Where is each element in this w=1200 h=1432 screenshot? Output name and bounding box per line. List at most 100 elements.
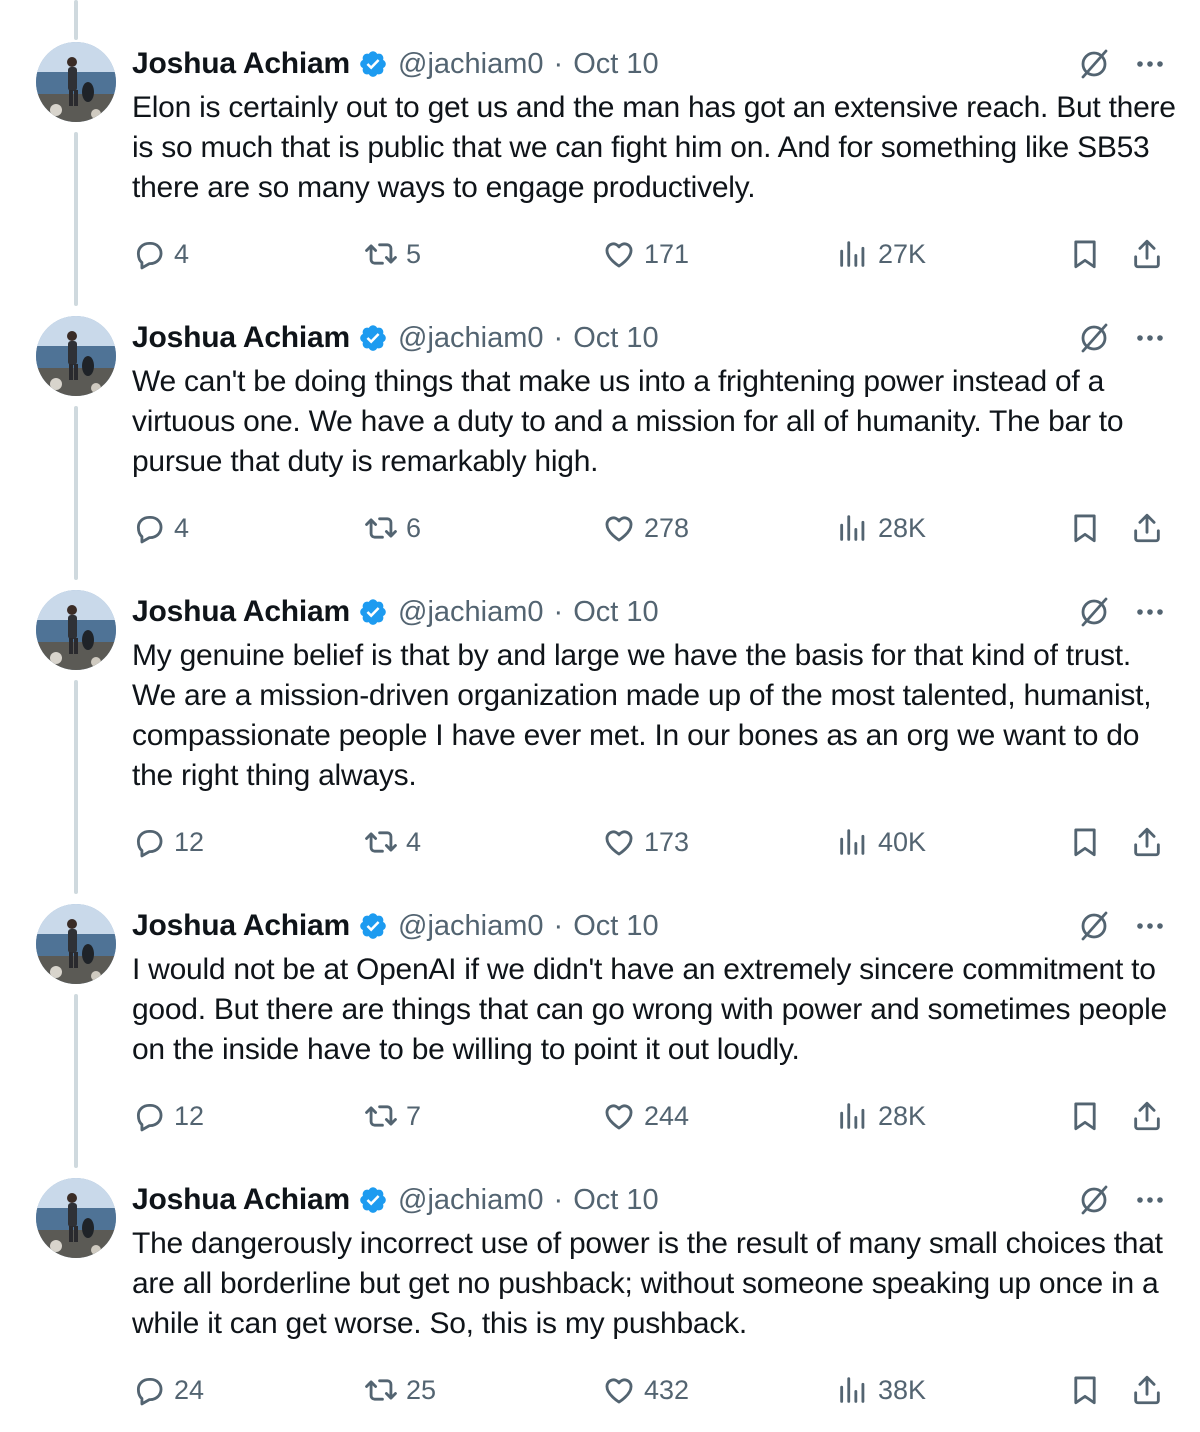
bookmark-icon <box>1074 514 1096 543</box>
more-icon[interactable] <box>1134 910 1166 942</box>
views-button[interactable]: 38K <box>836 1370 926 1410</box>
avatar[interactable] <box>36 1178 116 1258</box>
views-icon <box>840 515 865 541</box>
author-name[interactable]: Joshua Achiam <box>132 909 350 943</box>
like-icon <box>605 830 633 856</box>
like-button[interactable]: 173 <box>602 822 689 862</box>
tweet-actions: 4 5 171 27K <box>0 234 1200 274</box>
avatar[interactable] <box>36 316 116 396</box>
avatar-photo <box>36 904 116 984</box>
author-name[interactable]: Joshua Achiam <box>132 595 350 629</box>
share-button[interactable] <box>1130 822 1172 862</box>
reply-icon <box>136 241 163 270</box>
tweet-actions: 12 7 244 28K <box>0 1096 1200 1136</box>
share-icon <box>1134 827 1160 857</box>
repost-count: 4 <box>406 826 422 857</box>
verified-badge-icon <box>360 1187 386 1213</box>
repost-icon <box>365 1379 397 1401</box>
like-button[interactable]: 432 <box>602 1370 689 1410</box>
like-button[interactable]: 171 <box>602 234 689 274</box>
bookmark-button[interactable] <box>1068 508 1110 548</box>
bookmark-button[interactable] <box>1068 234 1110 274</box>
reply-button[interactable]: 12 <box>132 1096 204 1136</box>
tweet-header: Joshua Achiam @jachiam0 · Oct 10 <box>132 1180 659 1220</box>
separator: · <box>553 909 564 942</box>
tweet-actions: 4 6 278 28K <box>0 508 1200 548</box>
grok-icon[interactable] <box>1076 1182 1112 1218</box>
thread-connector <box>74 994 78 1168</box>
tweet-text: We can't be doing things that make us in… <box>132 365 1124 478</box>
reply-button[interactable]: 4 <box>132 508 189 548</box>
tweet-date[interactable]: Oct 10 <box>573 910 658 943</box>
repost-button[interactable]: 7 <box>364 1096 421 1136</box>
tweet-date[interactable]: Oct 10 <box>573 322 658 355</box>
tweet-header: Joshua Achiam @jachiam0 · Oct 10 <box>132 906 659 946</box>
author-name[interactable]: Joshua Achiam <box>132 47 350 81</box>
more-icon[interactable] <box>1134 48 1166 80</box>
views-button[interactable]: 40K <box>836 822 926 862</box>
separator: · <box>553 47 564 80</box>
verified-badge-icon <box>360 913 386 939</box>
bookmark-icon <box>1074 1102 1096 1131</box>
repost-count: 5 <box>406 238 422 269</box>
bookmark-icon <box>1074 828 1096 857</box>
view-count: 28K <box>878 1100 927 1131</box>
verified-badge-icon <box>360 599 386 625</box>
avatar-photo <box>36 1178 116 1258</box>
view-count: 27K <box>878 238 927 269</box>
avatar[interactable] <box>36 590 116 670</box>
tweet-date[interactable]: Oct 10 <box>573 596 658 629</box>
views-button[interactable]: 27K <box>836 234 926 274</box>
more-icon[interactable] <box>1134 596 1166 628</box>
reply-icon <box>136 829 163 858</box>
views-button[interactable]: 28K <box>836 508 926 548</box>
tweet-date[interactable]: Oct 10 <box>573 48 658 81</box>
author-handle[interactable]: @jachiam0 <box>398 48 544 81</box>
tweet-text: My genuine belief is that by and large w… <box>132 639 1152 792</box>
reply-button[interactable]: 12 <box>132 822 204 862</box>
grok-icon[interactable] <box>1076 594 1112 630</box>
avatar[interactable] <box>36 42 116 122</box>
author-name[interactable]: Joshua Achiam <box>132 321 350 355</box>
reply-button[interactable]: 24 <box>132 1370 204 1410</box>
author-handle[interactable]: @jachiam0 <box>398 1184 544 1217</box>
repost-button[interactable]: 25 <box>364 1370 436 1410</box>
tweet-actions: 12 4 173 40K <box>0 822 1200 862</box>
author-handle[interactable]: @jachiam0 <box>398 322 544 355</box>
bookmark-button[interactable] <box>1068 1370 1110 1410</box>
bookmark-button[interactable] <box>1068 1096 1110 1136</box>
reply-icon <box>136 1103 163 1132</box>
like-icon <box>605 516 633 542</box>
like-icon <box>605 1104 633 1130</box>
like-button[interactable]: 244 <box>602 1096 689 1136</box>
bookmark-button[interactable] <box>1068 822 1110 862</box>
more-icon[interactable] <box>1134 1184 1166 1216</box>
share-button[interactable] <box>1130 1370 1172 1410</box>
repost-icon <box>365 1105 397 1127</box>
grok-icon[interactable] <box>1076 46 1112 82</box>
author-handle[interactable]: @jachiam0 <box>398 910 544 943</box>
author-handle[interactable]: @jachiam0 <box>398 596 544 629</box>
repost-button[interactable]: 4 <box>364 822 421 862</box>
separator: · <box>553 1183 564 1216</box>
reply-button[interactable]: 4 <box>132 234 189 274</box>
like-icon <box>605 1378 633 1404</box>
grok-icon[interactable] <box>1076 908 1112 944</box>
separator: · <box>553 321 564 354</box>
thread-connector <box>74 406 78 580</box>
repost-button[interactable]: 6 <box>364 508 421 548</box>
views-button[interactable]: 28K <box>836 1096 926 1136</box>
avatar[interactable] <box>36 904 116 984</box>
verified-badge-icon <box>360 51 386 77</box>
author-name[interactable]: Joshua Achiam <box>132 1183 350 1217</box>
like-button[interactable]: 278 <box>602 508 689 548</box>
grok-icon[interactable] <box>1076 320 1112 356</box>
share-button[interactable] <box>1130 234 1172 274</box>
more-icon[interactable] <box>1134 322 1166 354</box>
repost-icon <box>365 243 397 265</box>
tweet-date[interactable]: Oct 10 <box>573 1184 658 1217</box>
share-button[interactable] <box>1130 1096 1172 1136</box>
like-count: 244 <box>644 1100 690 1131</box>
repost-button[interactable]: 5 <box>364 234 421 274</box>
share-button[interactable] <box>1130 508 1172 548</box>
